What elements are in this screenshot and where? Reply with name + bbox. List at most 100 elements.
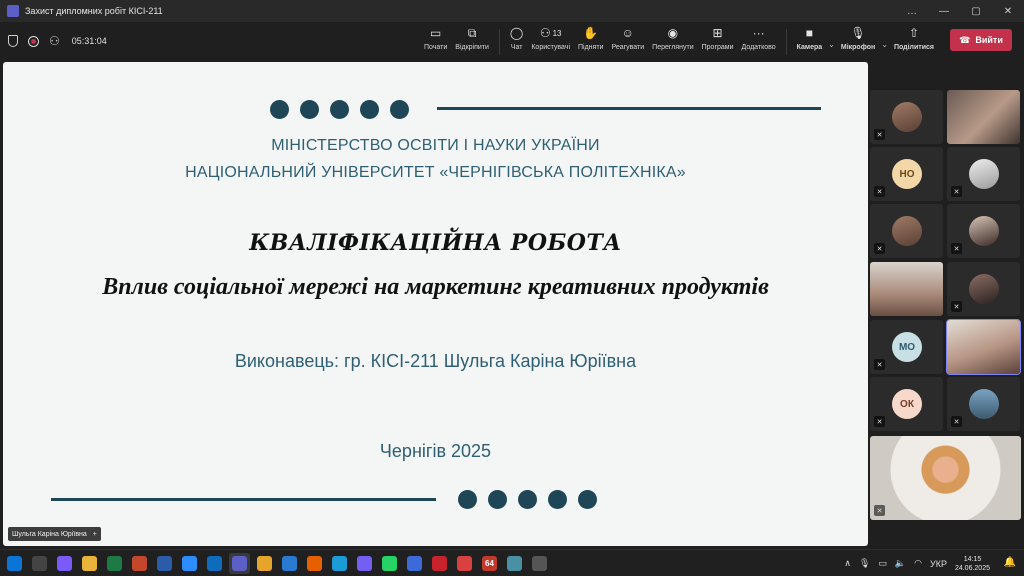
outlook-icon[interactable]: [204, 553, 225, 574]
mic-icon[interactable]: 🎙: [859, 558, 870, 569]
file-explorer-icon[interactable]: [79, 553, 100, 574]
settings-icon[interactable]: [29, 553, 50, 574]
ministry-heading: МІНІСТЕРСТВО ОСВІТИ І НАУКИ УКРАЇНИ: [271, 137, 600, 154]
share-button[interactable]: ⇧ Поділитися: [890, 25, 938, 59]
participant-tile[interactable]: ✕: [870, 90, 943, 144]
paint-icon[interactable]: [504, 553, 525, 574]
participant-tile[interactable]: НО ✕: [870, 147, 943, 201]
participant-tile[interactable]: ОК ✕: [870, 377, 943, 431]
taskbar-clock[interactable]: 14:15 24.06.2025: [955, 555, 990, 573]
apps-button[interactable]: ⊞ Програми: [698, 25, 738, 59]
start-icon[interactable]: [4, 553, 25, 574]
chrome-icon-glyph: [257, 556, 272, 571]
mic-off-icon: ✕: [951, 186, 962, 197]
recording-icon: [28, 35, 39, 47]
notification-bell-icon[interactable]: 🔔: [1004, 557, 1016, 568]
presenter-name-tag[interactable]: Шульга Каріна Юріївна +: [8, 527, 101, 541]
title-bar: Захист дипломних робіт КІСІ-211 … — ▢ ✕: [0, 0, 1024, 22]
powerpoint-icon[interactable]: [129, 553, 150, 574]
university-heading: НАЦІОНАЛЬНИЙ УНІВЕРСИТЕТ «ЧЕРНІГІВСЬКА П…: [185, 164, 686, 181]
minimize-button[interactable]: —: [928, 0, 960, 22]
teams-icon[interactable]: [229, 553, 250, 574]
participant-tile-speaking[interactable]: [946, 319, 1021, 375]
dot: [488, 490, 507, 509]
meeting-timer: 05:31:04: [71, 36, 107, 46]
participant-tile[interactable]: [870, 262, 943, 316]
input-language[interactable]: УКР: [930, 559, 947, 569]
battery-icon[interactable]: ▭: [878, 558, 887, 569]
participant-tile[interactable]: ✕: [947, 377, 1020, 431]
camera-button[interactable]: ■ Камера: [793, 25, 827, 59]
react-button[interactable]: ☺ Реагувати: [607, 25, 648, 59]
mic-off-icon: ✕: [874, 416, 885, 427]
meeting-toolbar: ⚇ 05:31:04 ▭ Почати ⧉ Відкріпити ◯ Чат ⚇…: [0, 22, 1024, 60]
viber-icon[interactable]: [354, 553, 375, 574]
volume-icon[interactable]: 🔈: [895, 558, 906, 569]
whatsapp-icon[interactable]: [379, 553, 400, 574]
close-button[interactable]: ✕: [992, 0, 1024, 22]
toolbar-divider: [498, 29, 500, 55]
save-icon[interactable]: [404, 553, 425, 574]
edge-icon[interactable]: [329, 553, 350, 574]
teams-icon-glyph: [232, 556, 247, 571]
detach-icon: ⧉: [467, 25, 477, 40]
calculator-icon[interactable]: [529, 553, 550, 574]
participant-video: [947, 320, 1020, 374]
copilot-icon[interactable]: [54, 553, 75, 574]
mic-off-icon: ✕: [874, 505, 885, 516]
meeting-status: ⚇ 05:31:04: [8, 22, 107, 60]
zoom-icon-glyph: [182, 556, 197, 571]
participant-tile[interactable]: [947, 90, 1020, 144]
more-button[interactable]: ··· Додатково: [738, 25, 780, 59]
participant-tile[interactable]: МО ✕: [870, 320, 943, 374]
city-year: Чернігів 2025: [379, 441, 492, 461]
excel-icon[interactable]: [104, 553, 125, 574]
view-button[interactable]: ◉ Переглянути: [648, 25, 697, 59]
shield-icon[interactable]: [8, 35, 18, 47]
participant-tile[interactable]: ✕: [947, 147, 1020, 201]
anydesk-icon[interactable]: [454, 553, 475, 574]
plus-icon[interactable]: +: [93, 531, 97, 538]
firefox-icon[interactable]: [304, 553, 325, 574]
dot: [578, 490, 597, 509]
word-icon[interactable]: [154, 553, 175, 574]
camera-options-chevron-icon[interactable]: ⌄: [828, 25, 835, 59]
more-options-icon[interactable]: …: [896, 0, 928, 22]
participant-tile[interactable]: ✕: [947, 204, 1020, 258]
acrobat-icon[interactable]: [429, 553, 450, 574]
mic-button[interactable]: 🎙 Мікрофон: [837, 25, 879, 59]
participant-count: 13: [552, 28, 562, 38]
people-button[interactable]: ⚇ 13 Користувачі: [527, 25, 574, 59]
decorative-dots-bottom: [458, 490, 597, 509]
window-title: Захист дипломних робіт КІСІ-211: [25, 6, 163, 16]
raise-hand-button[interactable]: ✋ Підняти: [574, 25, 607, 59]
participant-avatar: НО: [892, 159, 922, 189]
zoom-icon[interactable]: [179, 553, 200, 574]
photos-icon[interactable]: [279, 553, 300, 574]
edge-icon-glyph: [332, 556, 347, 571]
calculator-icon-glyph: [532, 556, 547, 571]
dot: [330, 100, 349, 119]
participant-tile[interactable]: ✕: [870, 204, 943, 258]
leave-button[interactable]: ☎ Вийти: [950, 29, 1012, 51]
mic-off-icon: ✕: [951, 301, 962, 312]
participant-tile[interactable]: ✕: [947, 262, 1020, 316]
decorative-line-top: [437, 107, 821, 110]
chrome-icon[interactable]: [254, 553, 275, 574]
detach-button[interactable]: ⧉ Відкріпити: [451, 25, 493, 59]
mic-off-icon: ✕: [874, 186, 885, 197]
tray-chevron-icon[interactable]: ∧: [844, 558, 851, 569]
work-title: КВАЛІФІКАЦІЙНА РОБОТА: [249, 230, 622, 256]
participants-icon[interactable]: ⚇: [49, 34, 60, 48]
app64-icon[interactable]: 64: [479, 553, 500, 574]
start-button[interactable]: ▭ Почати: [420, 25, 451, 59]
firefox-icon-glyph: [307, 556, 322, 571]
wifi-icon[interactable]: ◠: [914, 558, 922, 569]
chat-button[interactable]: ◯ Чат: [506, 25, 527, 59]
whatsapp-icon-glyph: [382, 556, 397, 571]
mic-off-icon: ✕: [951, 243, 962, 254]
mic-options-chevron-icon[interactable]: ⌄: [881, 25, 888, 59]
participant-tile[interactable]: ✕: [870, 436, 1021, 520]
maximize-button[interactable]: ▢: [960, 0, 992, 22]
file-explorer-icon-glyph: [82, 556, 97, 571]
